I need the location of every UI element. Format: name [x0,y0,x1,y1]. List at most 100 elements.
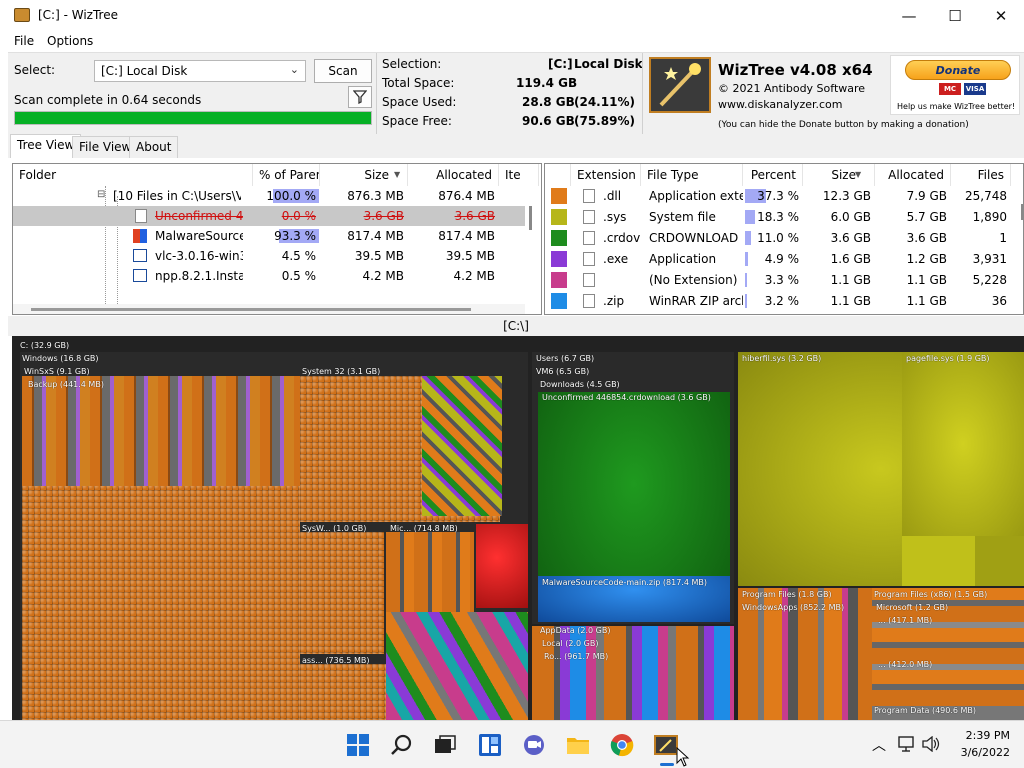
tree-row[interactable]: MalwareSource 93.3 % 817.4 MB 817.4 MB [13,226,525,246]
search-button[interactable] [390,733,414,757]
horizontal-scrollbar[interactable] [13,304,525,314]
chat-button[interactable] [522,733,546,757]
treemap-sys-small[interactable] [902,536,1024,586]
chrome-button[interactable] [610,733,634,757]
filetype-alloc: 5.7 GB [906,210,947,224]
folder-icon [567,738,589,754]
menu-options[interactable]: Options [47,34,93,48]
selection-label: Selection: [382,57,442,71]
col-items[interactable]: Ite [499,164,539,186]
donate-caption: Help us make WizTree better! [897,102,1016,111]
collapse-icon[interactable]: ⊟ [97,189,105,200]
drive-select-value: [C:] Local Disk [101,64,188,78]
col-percent-of-parent[interactable]: % of Parent [253,164,320,186]
selection-drive: [C:] [548,57,573,71]
col-percent[interactable]: Percent [743,164,803,186]
treemap-label-appdata: AppData (2.0 GB) [540,626,611,635]
treemap-label-unconfirmed: Unconfirmed 446854.crdownload (3.6 GB) [542,393,711,402]
col-extension[interactable]: Extension [571,164,641,186]
filetype-row[interactable]: .crdov CRDOWNLOAD 11.0 % 3.6 GB 3.6 GB 1 [545,228,1019,249]
donate-panel[interactable]: Donate MC VISA Help us make WizTree bett… [890,55,1020,115]
tree-row[interactable]: ⊟ [10 Files in C:\Users\VM 100.0 % 876.3… [13,186,525,206]
filetype-size: 1.1 GB [830,294,871,308]
brand-website[interactable]: www.diskanalyzer.com [718,98,843,111]
filetype-row[interactable]: .zip WinRAR ZIP arch 3.2 % 1.1 GB 1.1 GB 36 [545,291,1019,312]
tree-row-allocated: 817.4 MB [438,229,495,243]
col-allocated[interactable]: Allocated [408,164,499,186]
tab-tree-view[interactable]: Tree View [10,134,82,158]
treemap-system32-mixed[interactable] [422,376,502,516]
treemap-ass[interactable] [300,664,386,720]
donate-button[interactable]: Donate [905,60,1011,80]
treemap-label-mic: Mic... (714.8 MB) [390,524,458,533]
filetype-alloc: 7.9 GB [906,189,947,203]
start-button[interactable] [346,733,370,757]
select-label: Select: [14,63,56,77]
drive-select[interactable]: [C:] Local Disk ⌄ [94,60,306,82]
treemap-pagefile[interactable] [902,352,1024,536]
tree-row-selected[interactable]: Unconfirmed 4 0.0 % 3.6 GB 3.6 GB [13,206,525,226]
horizontal-scrollbar-thumb[interactable] [31,308,471,311]
filetype-row[interactable]: (No Extension) 3.3 % 1.1 GB 1.1 GB 5,228 [545,270,1019,291]
col-files[interactable]: Files [951,164,1011,186]
widgets-button[interactable] [478,733,502,757]
file-icon [583,252,595,266]
filetype-size: 1.1 GB [830,273,871,287]
winrar-icon [133,229,147,243]
space-used-label: Space Used: [382,95,457,109]
filetype-row[interactable]: .exe Application 4.9 % 1.6 GB 1.2 GB 3,931 [545,249,1019,270]
tree-row-percent: 100.0 % [266,189,316,203]
filetype-ext [599,270,643,290]
tree-row-name: MalwareSource [155,229,243,243]
filetype-files: 5,228 [972,273,1007,287]
filetype-size: 12.3 GB [822,189,871,203]
filetype-row[interactable]: .sys System file 18.3 % 6.0 GB 5.7 GB 1,890 [545,207,1019,228]
treemap-winsxs-top[interactable] [22,376,300,486]
file-icon [583,273,595,287]
vertical-scrollbar-thumb[interactable] [529,206,532,230]
divider [376,53,377,135]
treemap-label-pagefile: pagefile.sys (1.9 GB) [906,354,990,363]
filetype-pct: 3.3 % [764,273,799,287]
treemap-sysw[interactable] [300,532,384,654]
file-explorer-button[interactable] [566,733,590,757]
installer-icon [133,249,147,262]
col-size[interactable]: Size [803,164,875,186]
treemap-label-ass: ass... (736.5 MB) [302,656,370,665]
col-allocated[interactable]: Allocated [875,164,951,186]
installer-icon [133,269,147,282]
filetype-files: 1,890 [972,210,1007,224]
volume-icon[interactable] [922,736,940,752]
filetype-alloc: 1.1 GB [906,273,947,287]
col-folder[interactable]: Folder [13,164,253,186]
wiztree-taskbar-button[interactable] [654,733,678,757]
treemap-mixed-lower[interactable] [386,612,528,720]
col-file-type[interactable]: File Type [641,164,743,186]
treemap[interactable]: C: (32.9 GB) Windows (16.8 GB) WinSxS (9.1… [12,336,1024,720]
minimize-button[interactable]: — [886,0,932,32]
show-hidden-icons-chevron-up-icon[interactable]: ︿ [872,735,886,755]
network-icon[interactable] [898,736,916,752]
tree-row[interactable]: vlc-3.0.16-win3 4.5 % 39.5 MB 39.5 MB [13,246,525,266]
tree-row-size: 39.5 MB [354,249,404,263]
brand-title: WizTree v4.08 x64 [718,61,873,79]
scan-button[interactable]: Scan [314,59,372,83]
filetype-ext: .sys [603,210,627,224]
visa-icon: VISA [964,83,986,95]
filetype-row[interactable]: .dll Application exte 37.3 % 12.3 GB 7.9 GB 2… [545,186,1019,207]
maximize-button[interactable]: ☐ [932,0,978,32]
tree-row[interactable]: npp.8.2.1.Instal 0.5 % 4.2 MB 4.2 MB [13,266,525,286]
file-icon [583,231,595,245]
filetype-pct: 4.9 % [764,252,799,266]
treemap-label-hiberfil: hiberfil.sys (3.2 GB) [742,354,822,363]
payment-cards: MC VISA [939,83,986,95]
task-view-button[interactable] [433,733,457,757]
close-button[interactable]: ✕ [978,0,1024,32]
filter-button[interactable] [348,86,372,108]
tab-about[interactable]: About [129,136,179,158]
treemap-red-block[interactable] [476,524,528,608]
clock-date[interactable]: 3/6/2022 [950,746,1010,759]
clock-time[interactable]: 2:39 PM [950,729,1010,742]
menu-file[interactable]: File [14,34,34,48]
treemap-label-system32: System 32 (3.1 GB) [302,367,381,376]
